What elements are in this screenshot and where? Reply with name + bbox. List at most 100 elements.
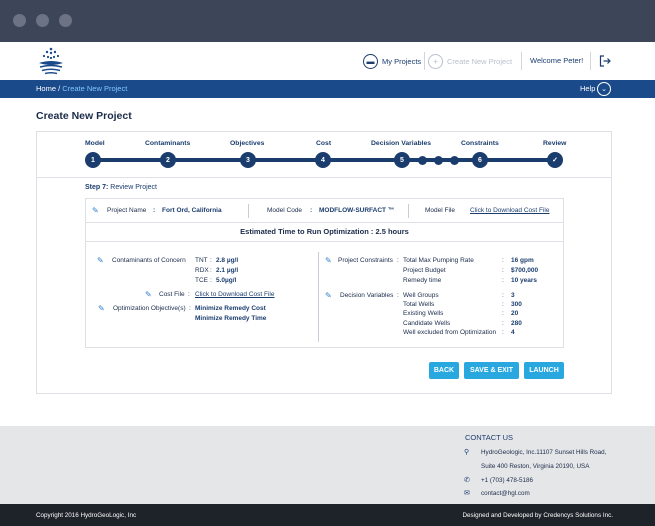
welcome-user[interactable]: Welcome Peter! [530, 56, 583, 65]
column-divider [318, 252, 319, 342]
hydrogeologic-logo[interactable] [36, 46, 66, 76]
objective-item: Minimize Remedy Time [195, 315, 267, 322]
decision-name: Candidate Wells [403, 320, 451, 327]
model-file-label: Model File [425, 207, 455, 214]
substep-dot[interactable] [418, 156, 427, 165]
create-new-project-label: Create New Project [447, 57, 513, 66]
step-circle-4[interactable]: 4 [315, 152, 331, 168]
step-label-objectives[interactable]: Objectives [230, 140, 264, 147]
welcome-label: Welcome Peter! [530, 56, 584, 65]
email-link[interactable]: contact@hgl.com [481, 490, 530, 497]
chevron-down-icon[interactable]: ⌄ [597, 82, 611, 96]
pencil-icon[interactable]: ✎ [97, 256, 104, 265]
contaminant-name: TCE [195, 277, 208, 284]
breadcrumb-current: Create New Project [62, 84, 128, 93]
step-circle-2[interactable]: 2 [160, 152, 176, 168]
project-name-colon: : [153, 207, 156, 214]
pencil-icon[interactable]: ✎ [325, 291, 332, 300]
header-divider [521, 52, 522, 70]
breadcrumb-home[interactable]: Home [36, 84, 56, 93]
constraint-value: $700,000 [511, 267, 539, 274]
step-circle-5[interactable]: 5 [394, 152, 410, 168]
decision-name: Well excluded from Optimization [403, 329, 497, 336]
cost-file-download-link[interactable]: Click to Download Cost File [195, 291, 274, 298]
pencil-icon[interactable]: ✎ [145, 290, 152, 299]
step-circle-3[interactable]: 3 [240, 152, 256, 168]
folder-icon: ▬ [363, 54, 378, 69]
step-circle-review-check-icon[interactable]: ✓ [547, 152, 563, 168]
project-name-label: Project Name [107, 207, 147, 214]
constraint-value: 16 gpm [511, 257, 534, 264]
review-summary-box [85, 198, 564, 348]
window-dot-maximize[interactable] [59, 14, 72, 27]
colon: : [502, 329, 504, 336]
substep-dot[interactable] [434, 156, 443, 165]
pencil-icon[interactable]: ✎ [325, 256, 332, 265]
step-label-model[interactable]: Model [85, 140, 105, 147]
decision-variables-label: Decision Variables [340, 292, 394, 299]
colon: : [502, 292, 504, 299]
colon: : [502, 267, 504, 274]
colon: : [397, 257, 399, 264]
review-divider [86, 241, 563, 242]
contact-title: CONTACT US [465, 433, 514, 442]
window-dot-minimize[interactable] [36, 14, 49, 27]
step-label-contaminants[interactable]: Contaminants [145, 140, 190, 147]
step-label-decision-variables[interactable]: Decision Variables [371, 140, 431, 147]
back-button[interactable]: BACK [429, 362, 459, 379]
contaminant-value: 2.8 µg/l [216, 257, 239, 264]
decision-value: 3 [511, 292, 515, 299]
objectives-label: Optimization Objective(s) [113, 305, 186, 312]
step-circle-1[interactable]: 1 [85, 152, 101, 168]
logout-icon[interactable] [599, 55, 611, 67]
step-circle-6[interactable]: 6 [472, 152, 488, 168]
my-projects-button[interactable]: ▬ My Projects [363, 54, 421, 69]
review-divider [86, 222, 563, 223]
launch-button[interactable]: LAUNCH [524, 362, 564, 379]
project-name-value: Fort Ord, California [162, 207, 222, 214]
substep-dot[interactable] [450, 156, 459, 165]
credit: Designed and Developed by Credencys Solu… [462, 512, 613, 519]
colon: : [188, 291, 190, 298]
model-code-colon: : [310, 207, 313, 214]
pencil-icon[interactable]: ✎ [98, 304, 105, 313]
model-file-download-link[interactable]: Click to Download Cost File [470, 207, 549, 214]
contaminant-name: TNT [195, 257, 208, 264]
colon: : [502, 257, 504, 264]
decision-name: Total Wells [403, 301, 435, 308]
colon: : [502, 320, 504, 327]
colon: : [502, 277, 504, 284]
save-exit-button[interactable]: SAVE & EXIT [464, 362, 519, 379]
pencil-icon[interactable]: ✎ [92, 206, 99, 215]
phone-number[interactable]: +1 (703) 478-5186 [481, 477, 533, 484]
current-step-prefix: Step 7: [85, 184, 109, 191]
colon: : [397, 292, 399, 299]
decision-name: Existing Wells [403, 310, 444, 317]
contaminants-label: Contaminants of Concern [112, 257, 186, 264]
objective-item: Minimize Remedy Cost [195, 305, 266, 312]
cost-file-label: Cost File [159, 291, 185, 298]
colon: : [210, 267, 212, 274]
contaminant-value: 2.1 µg/l [216, 267, 239, 274]
model-code-label: Model Code [267, 207, 303, 214]
help-link[interactable]: Help [580, 84, 595, 93]
step-label-cost[interactable]: Cost [316, 140, 331, 147]
my-projects-label: My Projects [382, 57, 422, 66]
step-label-constraints[interactable]: Constraints [461, 140, 499, 147]
copyright: Copyright 2016 HydroGeoLogic, Inc [36, 512, 137, 519]
step-label-review[interactable]: Review [543, 140, 566, 147]
app-header: ▬ My Projects + Create New Project Welco… [0, 42, 655, 80]
estimated-time: Estimated Time to Run Optimization : 2.5… [240, 227, 409, 236]
model-code-value: MODFLOW-SURFACT ™ [319, 207, 395, 214]
current-step-title: Review Project [110, 184, 157, 191]
location-pin-icon: ⚲ [464, 449, 470, 456]
window-dot-close[interactable] [13, 14, 26, 27]
decision-value: 4 [511, 329, 515, 336]
decision-name: Well Groups [403, 292, 439, 299]
create-new-project-button[interactable]: + Create New Project [428, 54, 512, 69]
address-line-2: Suite 400 Reston, Virginia 20190, USA [481, 463, 590, 470]
contaminant-name: RDX [195, 267, 209, 274]
decision-value: 300 [511, 301, 522, 308]
mail-icon: ✉ [464, 490, 470, 497]
colon: : [502, 301, 504, 308]
